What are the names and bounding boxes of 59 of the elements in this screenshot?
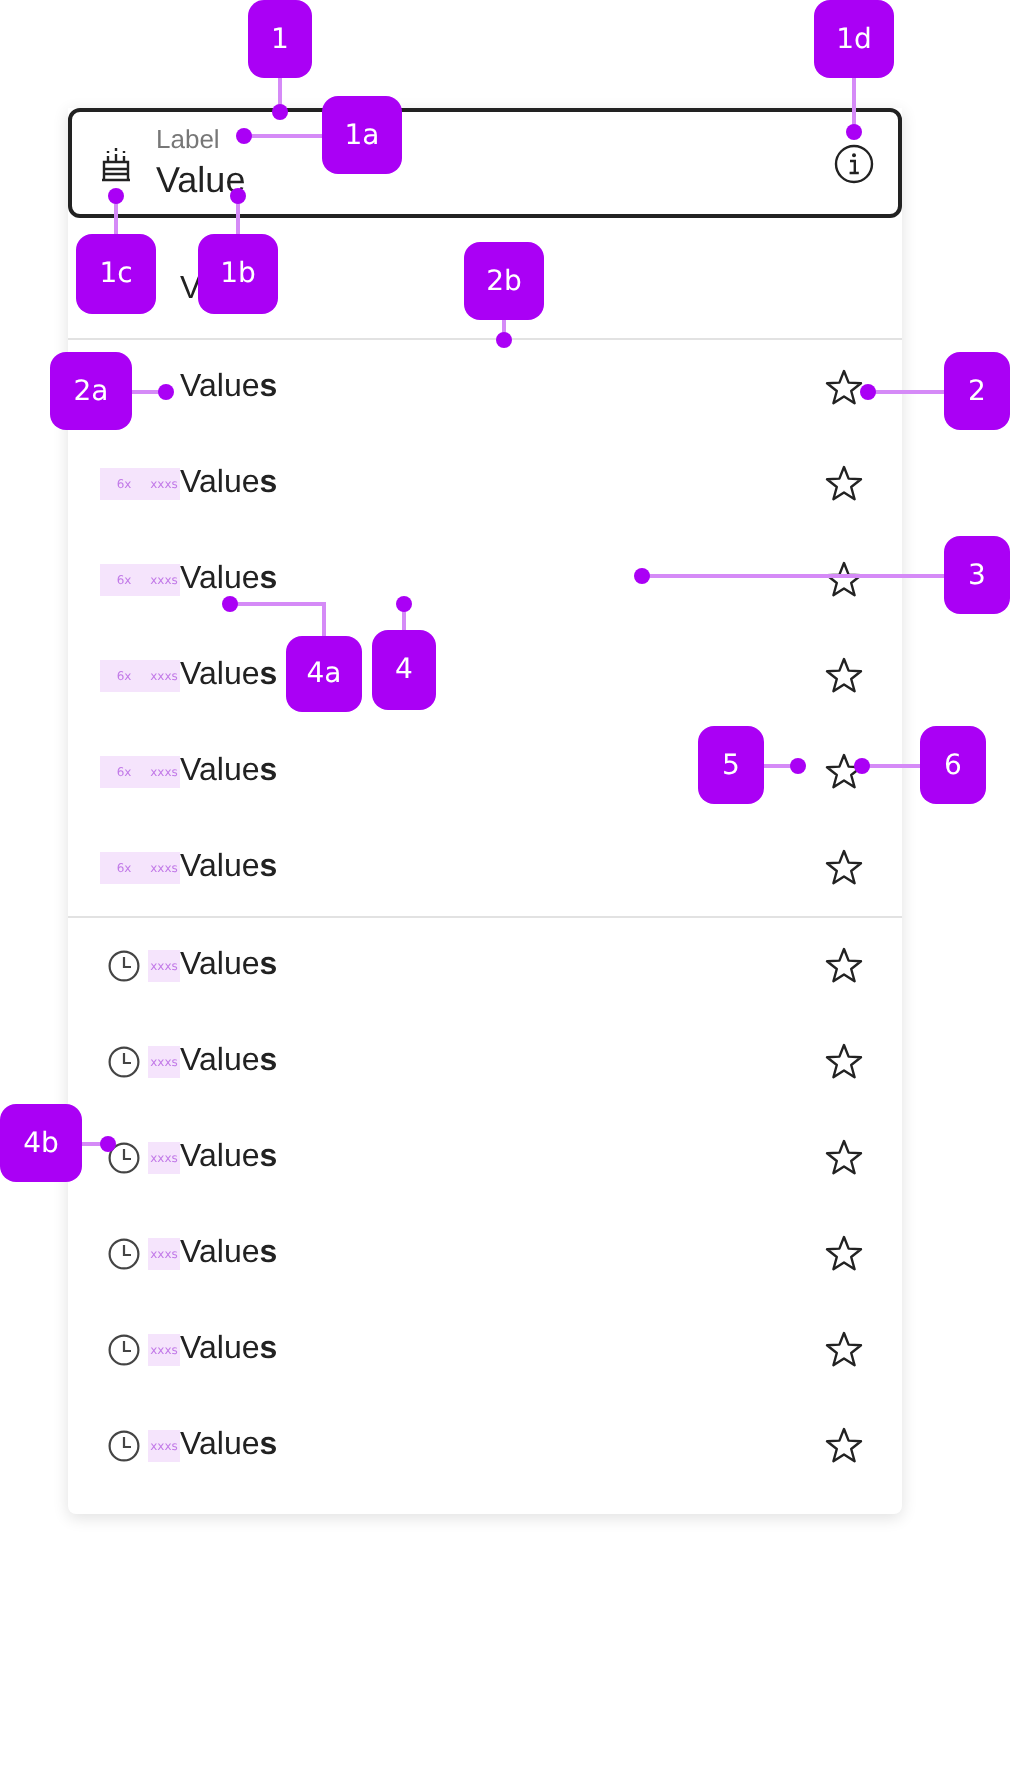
- callout-marker: 4b: [0, 1104, 82, 1182]
- star-icon[interactable]: [824, 946, 864, 986]
- star-icon[interactable]: [824, 464, 864, 504]
- option-label[interactable]: Values: [180, 1236, 278, 1272]
- leader-line: [860, 384, 944, 400]
- callout-marker: 1c: [76, 234, 156, 314]
- callout-marker: 1: [248, 0, 312, 78]
- star-icon[interactable]: [824, 1330, 864, 1370]
- leader-line: [222, 596, 326, 636]
- leader-line: [854, 758, 920, 774]
- leader-line: [132, 384, 174, 400]
- clock-icon: [108, 1334, 140, 1366]
- leader-line: [236, 128, 322, 144]
- clock-icon: [108, 1046, 140, 1078]
- callout-marker: 1b: [198, 234, 278, 314]
- option-label[interactable]: Values: [180, 466, 278, 502]
- callout-marker: 1d: [814, 0, 894, 78]
- leader-line: [764, 758, 806, 774]
- leader-line: [82, 1136, 116, 1152]
- option-label[interactable]: Values: [180, 658, 278, 694]
- callout-marker: 2b: [464, 242, 544, 320]
- option-label[interactable]: Values: [180, 1140, 278, 1176]
- clock-icon: [108, 1238, 140, 1270]
- star-icon[interactable]: [824, 368, 864, 408]
- info-icon[interactable]: [834, 143, 874, 183]
- star-icon[interactable]: [824, 1426, 864, 1466]
- leader-line: [108, 188, 124, 234]
- option-label[interactable]: Values: [180, 1044, 278, 1080]
- star-icon[interactable]: [824, 656, 864, 696]
- option-label[interactable]: Values: [180, 1332, 278, 1368]
- callout-marker: 2: [944, 352, 1010, 430]
- leader-line: [272, 78, 288, 120]
- field-label: Label: [156, 123, 220, 155]
- callout-marker: 6: [920, 726, 986, 804]
- callout-marker: 1a: [322, 96, 402, 174]
- star-icon[interactable]: [824, 1138, 864, 1178]
- star-icon[interactable]: [824, 1234, 864, 1274]
- leader-line: [396, 596, 412, 630]
- star-icon[interactable]: [824, 1042, 864, 1082]
- callout-marker: 3: [944, 536, 1010, 614]
- callout-marker: 4: [372, 630, 436, 710]
- option-label[interactable]: Values: [180, 370, 278, 406]
- option-label[interactable]: Values: [180, 948, 278, 984]
- option-label[interactable]: Values: [180, 754, 278, 790]
- callout-marker: 4a: [286, 636, 362, 712]
- cake-icon: [100, 145, 132, 181]
- clock-icon: [108, 1142, 140, 1174]
- callout-marker: 2a: [50, 352, 132, 430]
- option-label[interactable]: Values: [180, 1428, 278, 1464]
- star-icon[interactable]: [824, 560, 864, 600]
- field-value: Value: [156, 157, 246, 203]
- leader-line: [496, 320, 512, 348]
- option-label[interactable]: Values: [180, 850, 278, 886]
- star-icon[interactable]: [824, 848, 864, 888]
- clock-icon: [108, 950, 140, 982]
- clock-icon: [108, 1430, 140, 1462]
- leader-line: [846, 78, 862, 140]
- callout-marker: 5: [698, 726, 764, 804]
- option-label[interactable]: Values: [180, 562, 278, 598]
